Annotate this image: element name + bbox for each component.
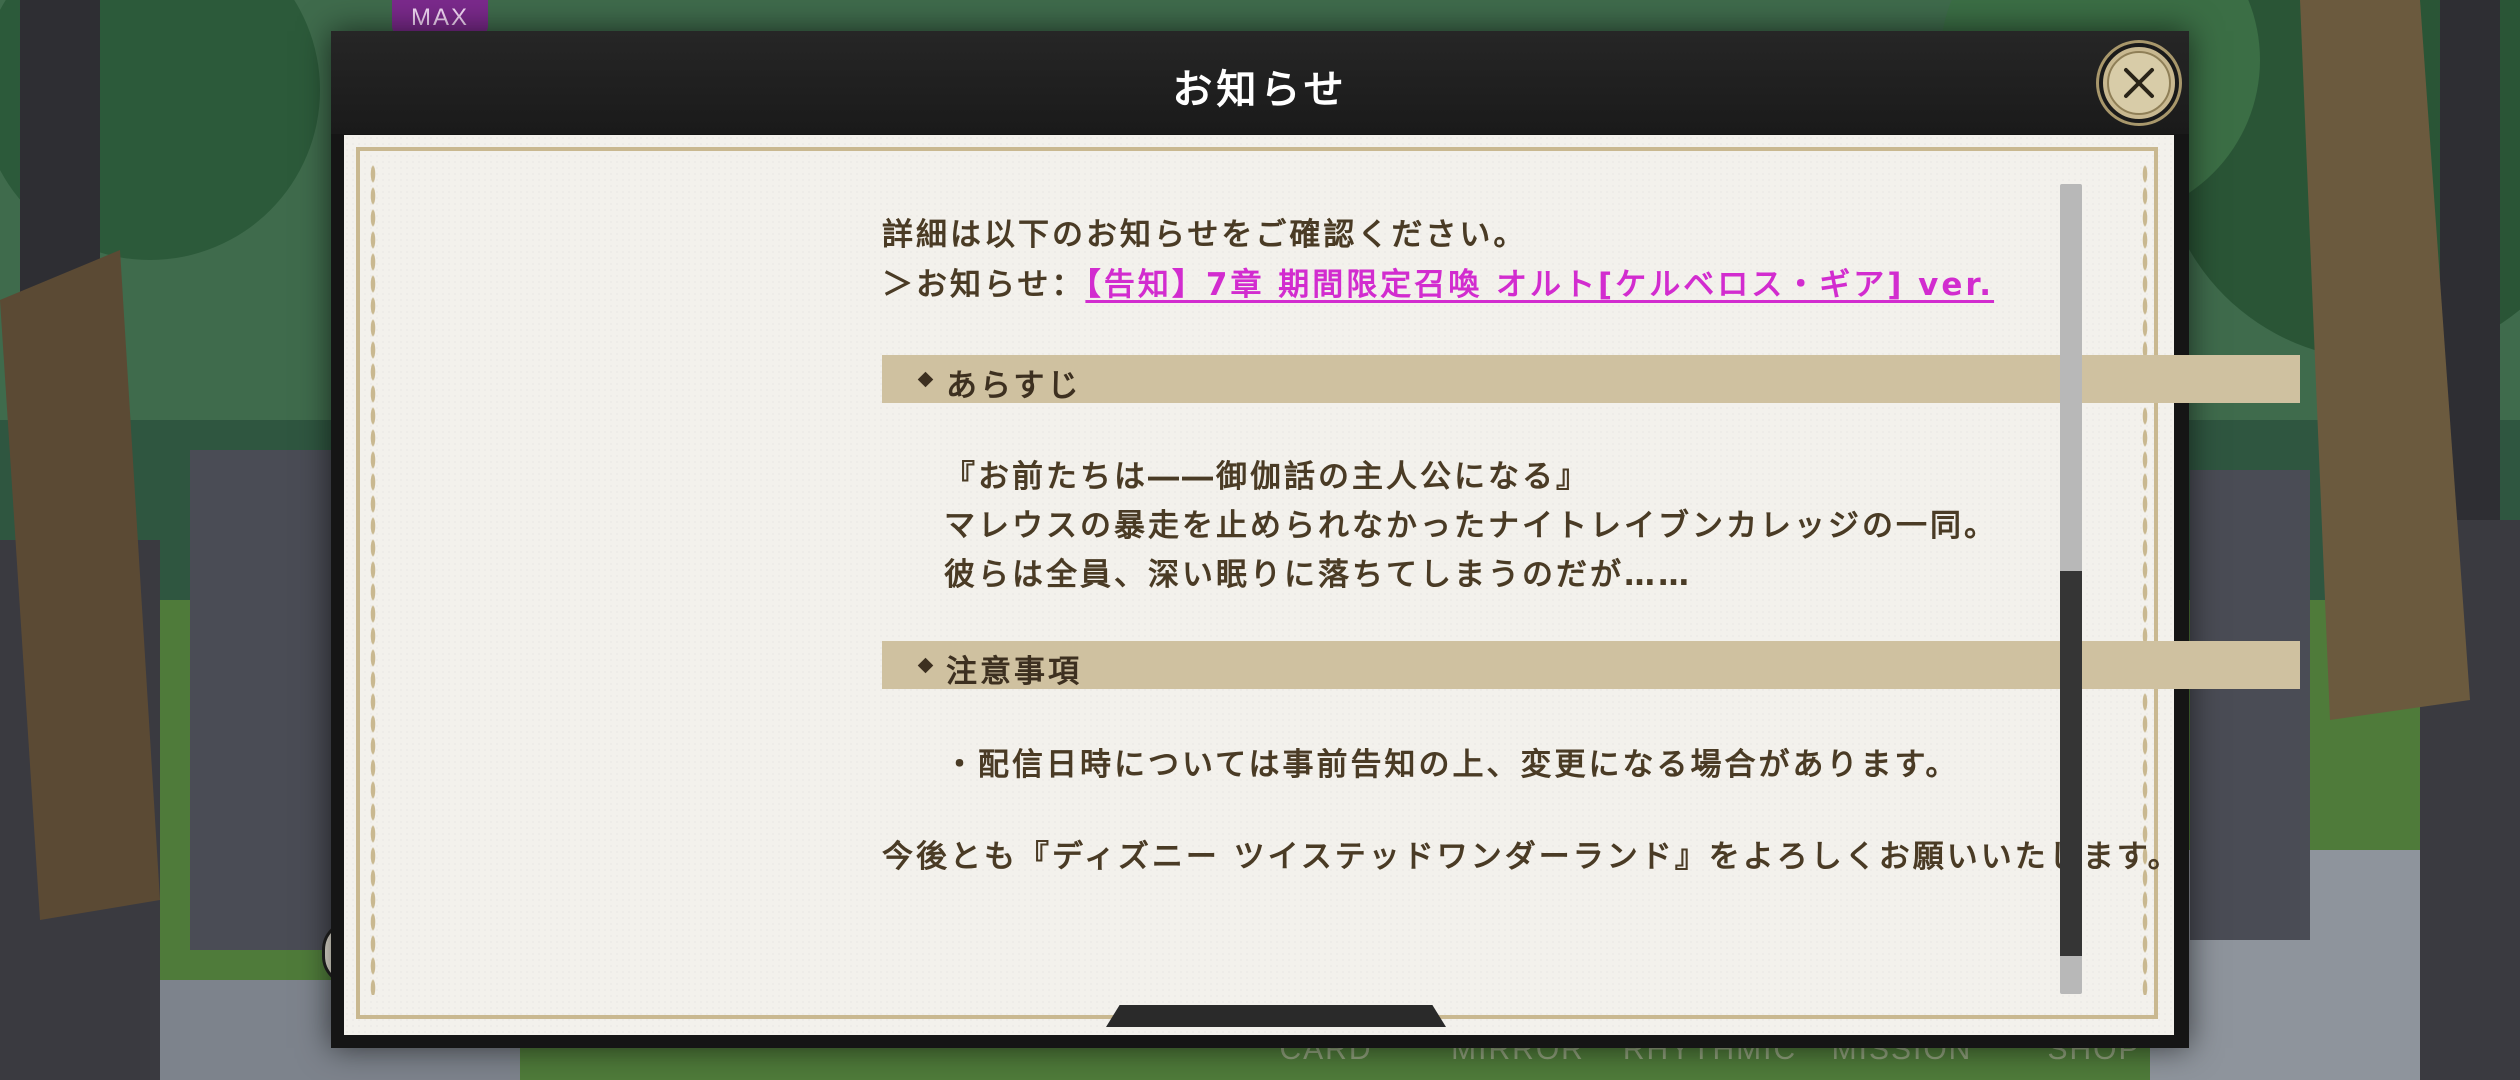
modal-title: お知らせ bbox=[1172, 67, 1348, 113]
notice-link-line: ＞お知らせ：【告知】7章 期間限定召喚 オルト[ケルベロス・ギア] ver. bbox=[882, 259, 1994, 304]
synopsis-line: 彼らは全員、深い眠りに落ちてしまうのだが…… bbox=[944, 557, 1692, 593]
section-heading-label: あらすじ bbox=[946, 368, 1082, 404]
notes-line: ・配信日時については事前告知の上、変更になる場合があります。 bbox=[944, 747, 1960, 783]
intro-line: 詳細は以下のお知らせをご確認ください。 bbox=[882, 217, 1528, 253]
synopsis-line: マレウスの暴走を止められなかったナイトレイブンカレッジの一同。 bbox=[944, 508, 1998, 544]
scroll-handle-tab[interactable] bbox=[1106, 1005, 1446, 1027]
diamond-bullet-icon bbox=[917, 371, 934, 388]
notice-content: 詳細は以下のお知らせをご確認ください。 ＞お知らせ：【告知】7章 期間限定召喚 … bbox=[344, 135, 2300, 1035]
notice-link[interactable]: 【告知】7章 期間限定召喚 オルト[ケルベロス・ギア] ver. bbox=[1085, 267, 1994, 303]
synopsis-line: 『お前たちは――御伽話の主人公になる』 bbox=[944, 459, 1590, 495]
close-button[interactable] bbox=[2099, 43, 2179, 123]
scrollbar-thumb[interactable] bbox=[2060, 571, 2082, 956]
link-prefix: ＞お知らせ： bbox=[882, 267, 1086, 303]
section-heading-notes: 注意事項 bbox=[882, 641, 2300, 690]
notice-modal: お知らせ 詳細は以下のお知らせをご確認ください。 ＞お知らせ：【告知】7章 期間… bbox=[331, 31, 2300, 1048]
section-heading-label: 注意事項 bbox=[946, 654, 1082, 690]
closing-line: 今後とも『ディズニー ツイステッドワンダーランド』をよろしくお願いいたします。 bbox=[882, 839, 2182, 875]
scrollbar-track[interactable] bbox=[2060, 184, 2082, 994]
modal-header: お知らせ bbox=[331, 31, 2189, 134]
diamond-bullet-icon bbox=[917, 657, 934, 674]
notice-paper[interactable]: 詳細は以下のお知らせをご確認ください。 ＞お知らせ：【告知】7章 期間限定召喚 … bbox=[344, 135, 2300, 1035]
section-heading-synopsis: あらすじ bbox=[882, 355, 2300, 404]
close-x-icon bbox=[2107, 51, 2171, 115]
